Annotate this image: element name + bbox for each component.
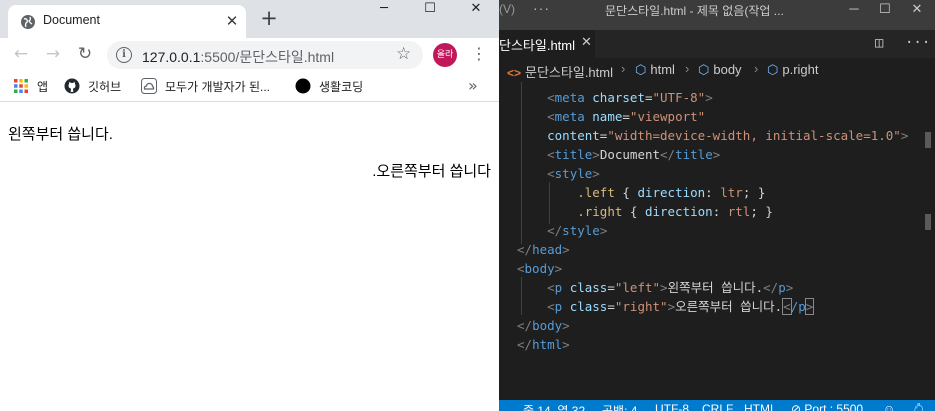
menu-view-fragment[interactable]: (V)	[499, 2, 515, 16]
reload-button[interactable]: ↻	[73, 42, 97, 66]
vscode-close-button[interactable]: ✕	[902, 1, 932, 17]
address-bar[interactable]: i 127.0.0.1:5500/문단스타일.html ☆	[107, 41, 423, 69]
vscode-maximize-button[interactable]: ☐	[870, 1, 900, 17]
bookmarks-bar: 앱 깃허브 모두가 개발자가 된... 생활코딩 »	[0, 70, 499, 102]
more-actions-icon[interactable]: ···	[905, 35, 930, 51]
bookmark-star-icon[interactable]: ☆	[396, 44, 411, 64]
browser-window: Document ✕ + ─ ☐ ✕ ← → ↻ i 127.0.0.1:550…	[0, 0, 499, 411]
bookmark-modoo[interactable]: 모두가 개발자가 된...	[141, 77, 270, 95]
status-eol[interactable]: CRLF	[702, 402, 733, 411]
bell-icon[interactable]: 🔔︎	[911, 402, 926, 411]
code-line: .right { direction: rtl; }	[577, 204, 773, 219]
editor-tabs: 단스타일.html ✕ ◫ ···	[499, 30, 935, 58]
status-cursor-position[interactable]: 줄 14, 열 32	[523, 402, 585, 411]
vscode-title-bar: (V) ··· 문단스타일.html - 제목 없음(작업 ... ─ ☐ ✕	[499, 0, 935, 30]
info-icon[interactable]: i	[116, 47, 132, 63]
feedback-icon[interactable]: ☺	[883, 402, 895, 411]
new-tab-button[interactable]: +	[258, 7, 280, 29]
menu-kebab-icon[interactable]: ⋮	[467, 42, 491, 66]
symbol-cube-icon: ⬡	[635, 62, 647, 77]
code-line: .left { direction: ltr; }	[577, 185, 766, 200]
status-indentation[interactable]: 공백: 4	[602, 402, 637, 411]
tab-close-icon[interactable]: ✕	[223, 12, 241, 30]
back-button[interactable]: ←	[9, 42, 33, 66]
tab-document[interactable]: Document ✕	[8, 5, 246, 38]
breadcrumb-p-right[interactable]: ⬡ p.right	[767, 62, 819, 78]
code-line: </html>	[517, 337, 570, 352]
code-line: <style>	[547, 166, 600, 181]
page-viewport: 왼쪽부터 씁니다. .오른쪽부터 씁니다	[0, 103, 499, 411]
vscode-minimize-button[interactable]: ─	[839, 1, 869, 16]
code-line-active: <p class="right">오른쪽부터 씁니다.</p>	[547, 298, 815, 315]
bookmark-github[interactable]: 깃허브	[64, 77, 121, 95]
black-circle-icon	[295, 78, 311, 94]
bookmark-apps[interactable]: 앱	[13, 77, 48, 95]
apps-grid-icon	[14, 79, 28, 93]
maximize-button[interactable]: ☐	[407, 0, 453, 22]
close-window-button[interactable]: ✕	[453, 0, 499, 22]
breadcrumb-body[interactable]: ⬡ body	[698, 62, 742, 78]
breadcrumb-file[interactable]: <> 문단스타일.html	[507, 62, 613, 81]
chevron-right-icon: ›	[621, 61, 626, 76]
symbol-cube-icon: ⬡	[698, 62, 710, 77]
cloud-icon	[141, 78, 157, 94]
editor-tab-file[interactable]: 단스타일.html ✕	[499, 30, 595, 58]
code-line: <title>Document</title>	[547, 147, 721, 162]
browser-toolbar: ← → ↻ i 127.0.0.1:5500/문단스타일.html ☆ 올라 ⋮	[0, 38, 499, 70]
status-bar: 줄 14, 열 32 공백: 4 UTF-8 CRLF HTML ⊘ Port …	[499, 400, 935, 411]
vscode-window: (V) ··· 문단스타일.html - 제목 없음(작업 ... ─ ☐ ✕ …	[499, 0, 935, 411]
code-line: </body>	[517, 318, 570, 333]
bookmark-label: 앱	[37, 79, 49, 94]
left-paragraph: 왼쪽부터 씁니다.	[8, 126, 113, 143]
code-line: <meta name="viewport"	[547, 109, 706, 124]
minimize-button[interactable]: ─	[361, 0, 407, 22]
bookmark-label: 모두가 개발자가 된...	[165, 79, 270, 94]
forward-button[interactable]: →	[41, 42, 65, 66]
bookmarks-overflow-icon[interactable]: »	[468, 76, 478, 95]
status-live-server[interactable]: ⊘ Port : 5500	[791, 402, 863, 411]
window-title: 문단스타일.html - 제목 없음(작업 ...	[605, 4, 784, 18]
status-language[interactable]: HTML	[744, 402, 777, 411]
code-line: <meta charset="UTF-8">	[547, 90, 713, 105]
tab-strip: Document ✕ + ─ ☐ ✕	[0, 0, 499, 38]
right-paragraph: .오른쪽부터 씁니다	[372, 163, 491, 180]
chevron-right-icon: ›	[754, 61, 759, 76]
code-line: <p class="left">왼쪽부터 씁니다.</p>	[547, 280, 794, 295]
status-encoding[interactable]: UTF-8	[655, 402, 689, 411]
editor-tab-label: 단스타일.html	[499, 38, 576, 53]
url-text[interactable]: 127.0.0.1:5500/문단스타일.html	[142, 47, 334, 67]
code-line: </head>	[517, 242, 570, 257]
code-line: content="width=device-width, initial-sca…	[547, 128, 909, 143]
bookmark-label: 생활코딩	[319, 79, 364, 94]
tab-title: Document	[43, 13, 100, 27]
symbol-cube-icon: ⬡	[767, 62, 779, 77]
bookmark-label: 깃허브	[88, 79, 122, 94]
code-line: </style>	[547, 223, 608, 238]
html-file-icon: <>	[507, 66, 522, 80]
github-icon	[64, 78, 80, 94]
block-icon: ⊘	[791, 402, 805, 411]
menu-more-icon[interactable]: ···	[533, 0, 550, 16]
globe-icon	[21, 15, 35, 29]
profile-avatar[interactable]: 올라	[433, 43, 457, 67]
bookmark-saenghwal[interactable]: 생활코딩	[295, 77, 363, 95]
scrollbar-marker	[925, 132, 931, 148]
breadcrumb-html[interactable]: ⬡ html	[635, 62, 675, 78]
editor-tab-close-icon[interactable]: ✕	[581, 34, 592, 50]
scrollbar-marker	[925, 214, 931, 230]
breadcrumb: <> 문단스타일.html › ⬡ html › ⬡ body › ⬡ p.right	[499, 58, 935, 82]
split-editor-icon[interactable]: ◫	[875, 35, 883, 51]
code-editor[interactable]: <meta charset="UTF-8"> <meta name="viewp…	[499, 82, 935, 400]
code-line: <body>	[517, 261, 563, 276]
chevron-right-icon: ›	[685, 61, 690, 76]
